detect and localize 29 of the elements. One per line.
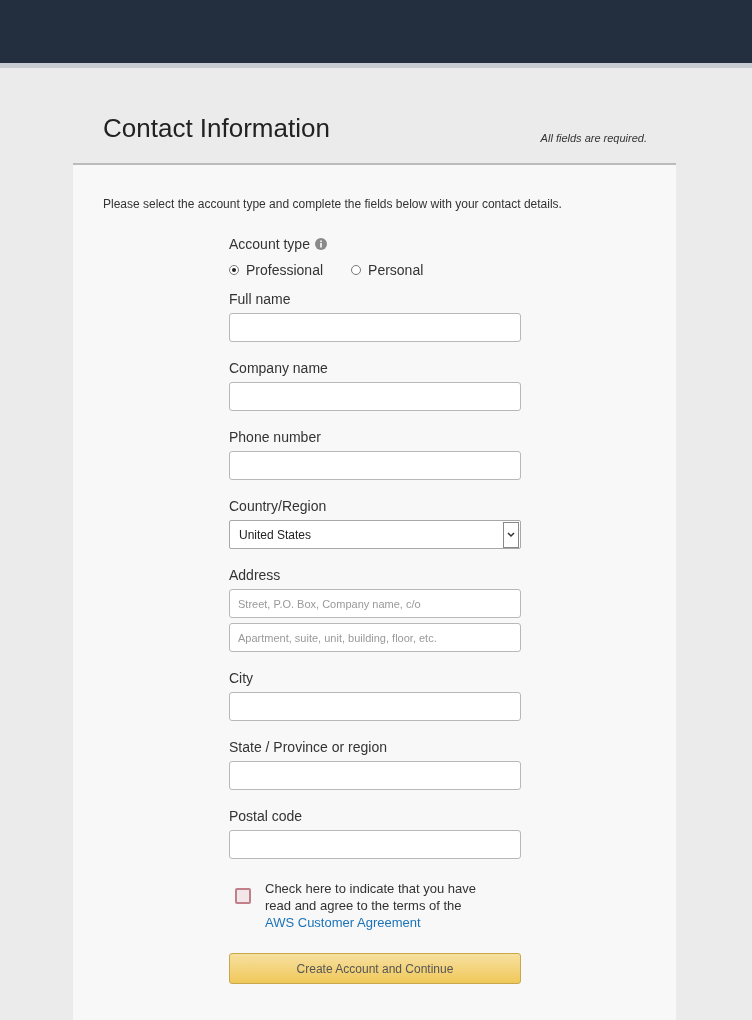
field-label: Postal code (229, 808, 304, 824)
field-label: Address (229, 567, 282, 583)
agreement-checkbox[interactable] (235, 888, 251, 904)
radio-option[interactable]: Personal (351, 262, 424, 278)
caret-icon (503, 521, 519, 548)
create-account-button[interactable]: Create Account and Continue (229, 953, 521, 984)
field-label: Full name (229, 291, 292, 307)
agreement-text: Check here to indicate that you have read and agree to the terms of the AWS Customer Agreement (265, 880, 478, 931)
field-label: Phone number (229, 429, 322, 445)
field-label: City (229, 670, 255, 686)
field-label: Company name (229, 360, 329, 376)
input-field[interactable] (229, 451, 521, 480)
input-field[interactable] (229, 761, 521, 790)
input-field[interactable]: Apartment, suite, unit, building, floor, etc. (229, 623, 521, 652)
agreement-link[interactable]: AWS Customer Agreement (265, 915, 421, 930)
input-field[interactable] (229, 382, 521, 411)
field-label: Account type (229, 236, 310, 252)
required-note: All fields are required. (540, 132, 647, 144)
radio-option[interactable]: Professional (229, 262, 324, 278)
input-field[interactable]: Street, P.O. Box, Company name, c/o (229, 589, 521, 618)
input-field[interactable] (229, 692, 521, 721)
info-icon[interactable] (314, 238, 327, 250)
field-label: Country/Region (229, 498, 328, 514)
intro-text: Please select the account type and complete the fields below with your contact details. (103, 197, 563, 211)
field-label: State / Province or region (229, 739, 388, 755)
country-select[interactable]: United States (229, 520, 521, 549)
page-title: Contact Information (103, 113, 330, 144)
input-field[interactable] (229, 830, 521, 859)
input-field[interactable] (229, 313, 521, 342)
